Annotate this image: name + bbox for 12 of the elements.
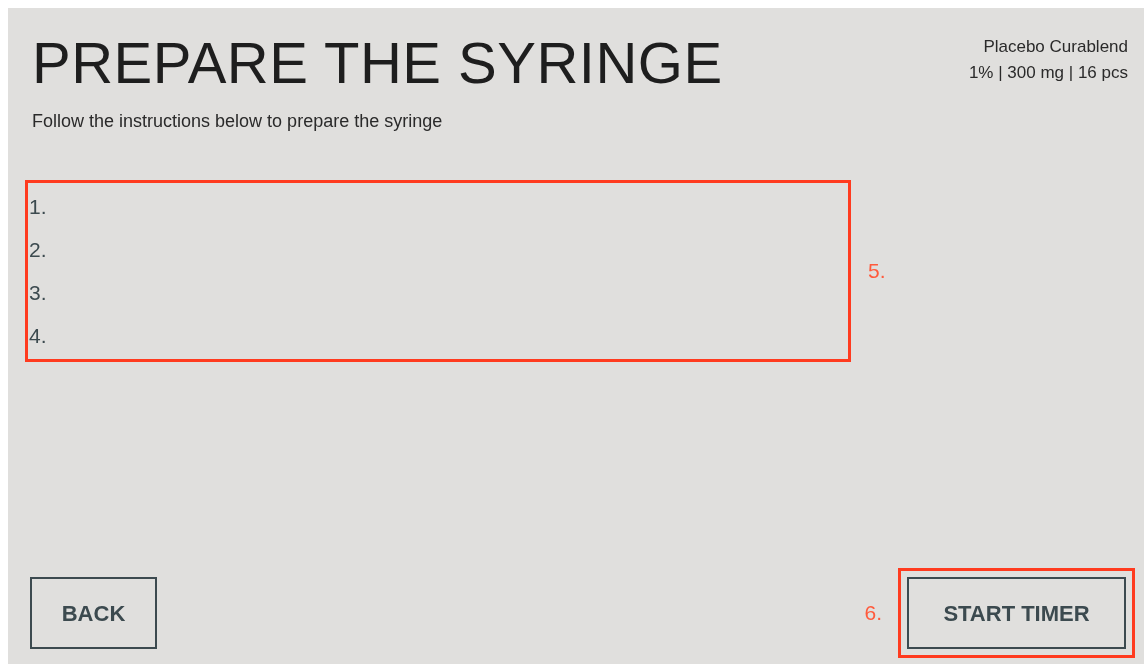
step-number: 2. [29, 236, 48, 263]
annotation-label: 6. [864, 600, 882, 627]
page-title: PREPARE THE SYRINGE [32, 30, 723, 96]
subtitle: Follow the instructions below to prepare the syringe [32, 110, 444, 132]
product-name: Placebo Curablend [983, 36, 1128, 58]
step-number: 3. [29, 279, 48, 306]
back-button[interactable]: BACK [30, 577, 157, 649]
start-timer-button[interactable]: START TIMER [907, 577, 1126, 649]
step-number: 1. [29, 193, 48, 220]
product-details: 1% | 300 mg | 16 pcs [968, 62, 1128, 84]
annotation-label: 5. [868, 258, 886, 285]
step-number: 4. [29, 322, 48, 349]
